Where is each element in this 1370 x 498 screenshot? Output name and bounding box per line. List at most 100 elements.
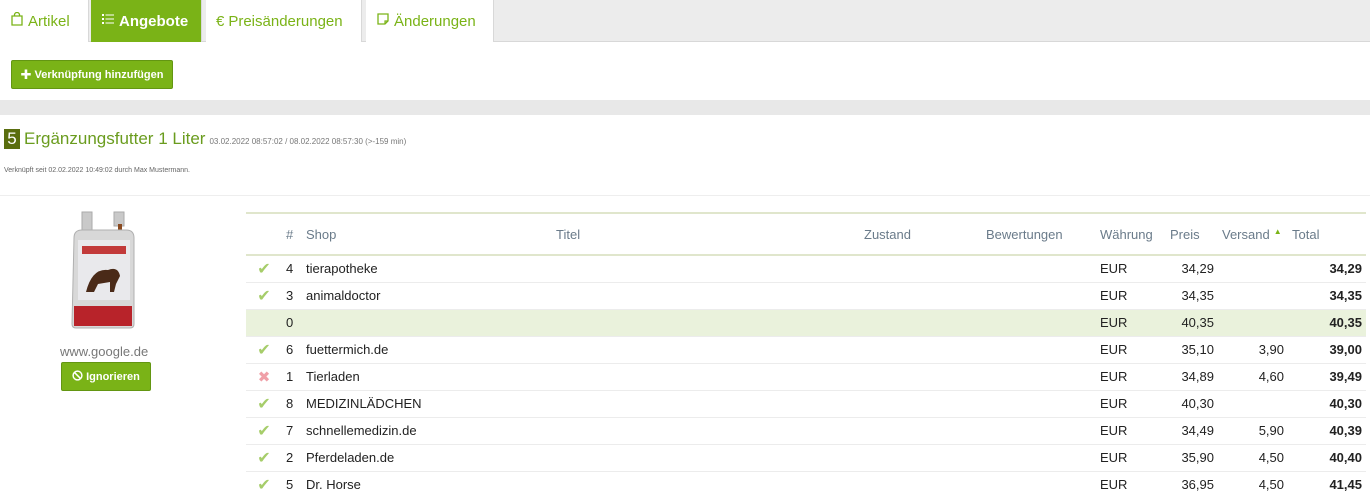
- plus-icon: ✚: [20, 66, 32, 82]
- shipping-header-label: Versand: [1222, 226, 1270, 242]
- cell-shipping: 5,90: [1218, 417, 1288, 445]
- cell-title: [552, 255, 860, 283]
- tab-label: Preisänderungen: [228, 12, 343, 30]
- cell-shop[interactable]: Tierladen: [302, 363, 552, 391]
- check-icon: ✔: [257, 260, 271, 278]
- cell-total: 39,49: [1288, 363, 1366, 391]
- cell-shop[interactable]: tierapotheke: [302, 255, 552, 283]
- cell-shipping: [1218, 282, 1288, 310]
- column-header-condition[interactable]: Zustand: [860, 213, 982, 255]
- table-row[interactable]: ✔ 4 tierapotheke EUR 34,29 34,29: [246, 255, 1366, 283]
- cell-title: [552, 417, 860, 445]
- table-row[interactable]: 0 EUR 40,35 40,35: [246, 309, 1366, 337]
- table-row[interactable]: ✖ 1 Tierladen EUR 34,89 4,60 39,49: [246, 363, 1366, 391]
- cell-num: 1: [282, 363, 302, 391]
- cell-total: 41,45: [1288, 471, 1366, 498]
- tab-angebote[interactable]: Angebote: [91, 0, 202, 42]
- cell-price: 34,29: [1166, 255, 1218, 283]
- status-column-header: [246, 213, 282, 255]
- column-header-shipping[interactable]: Versand ▲: [1218, 213, 1288, 255]
- cell-condition: [860, 363, 982, 391]
- cell-num: 7: [282, 417, 302, 445]
- cell-total: 34,29: [1288, 255, 1366, 283]
- cell-currency: EUR: [1096, 417, 1166, 445]
- cell-currency: EUR: [1096, 363, 1166, 391]
- cell-num: 2: [282, 444, 302, 472]
- cell-ratings: [982, 336, 1096, 364]
- column-header-currency[interactable]: Währung: [1096, 213, 1166, 255]
- cell-num: 6: [282, 336, 302, 364]
- table-row[interactable]: ✔ 7 schnellemedizin.de EUR 34,49 5,90 40,39: [246, 417, 1366, 445]
- cell-currency: EUR: [1096, 471, 1166, 498]
- divider: [0, 195, 1370, 196]
- cell-shop[interactable]: fuettermich.de: [302, 336, 552, 364]
- cell-num: 8: [282, 390, 302, 418]
- offer-count-badge: 5: [4, 129, 20, 149]
- row-status-cell: ✔: [246, 471, 282, 498]
- table-row[interactable]: ✔ 2 Pferdeladen.de EUR 35,90 4,50 40,40: [246, 444, 1366, 472]
- product-header: 5 Ergänzungsfutter 1 Liter 03.02.2022 08…: [4, 129, 406, 149]
- cell-shop[interactable]: animaldoctor: [302, 282, 552, 310]
- offers-table-body: ✔ 4 tierapotheke EUR 34,29 34,29 ✔ 3 animaldocto…: [246, 255, 1366, 498]
- cell-total: 40,40: [1288, 444, 1366, 472]
- cell-condition: [860, 282, 982, 310]
- cell-shop[interactable]: [302, 309, 552, 337]
- cell-ratings: [982, 444, 1096, 472]
- cell-shipping: 4,50: [1218, 444, 1288, 472]
- product-title: Ergänzungsfutter 1 Liter: [24, 129, 206, 148]
- cell-ratings: [982, 390, 1096, 418]
- cell-condition: [860, 309, 982, 337]
- cell-shipping: [1218, 255, 1288, 283]
- ban-icon: [72, 369, 83, 384]
- tab-artikel[interactable]: Artikel: [0, 0, 89, 42]
- cell-shop[interactable]: Pferdeladen.de: [302, 444, 552, 472]
- row-status-cell: ✔: [246, 444, 282, 472]
- column-header-ratings[interactable]: Bewertungen: [982, 213, 1096, 255]
- cell-condition: [860, 444, 982, 472]
- cell-shipping: [1218, 309, 1288, 337]
- tab-preisaenderungen[interactable]: € Preisänderungen: [206, 0, 362, 42]
- cell-ratings: [982, 255, 1096, 283]
- ignore-label: Ignorieren: [86, 370, 140, 383]
- check-icon: ✔: [257, 395, 271, 413]
- cell-shipping: 4,50: [1218, 471, 1288, 498]
- tab-aenderungen[interactable]: Änderungen: [366, 0, 494, 42]
- row-status-cell: ✔: [246, 417, 282, 445]
- table-row[interactable]: ✔ 6 fuettermich.de EUR 35,10 3,90 39,00: [246, 336, 1366, 364]
- column-header-shop[interactable]: Shop: [302, 213, 552, 255]
- column-header-title[interactable]: Titel: [552, 213, 860, 255]
- list-icon: [101, 12, 115, 30]
- column-header-num[interactable]: #: [282, 213, 302, 255]
- cell-total: 34,35: [1288, 282, 1366, 310]
- cell-price: 34,89: [1166, 363, 1218, 391]
- cell-title: [552, 309, 860, 337]
- cell-total: 39,00: [1288, 336, 1366, 364]
- tab-label: Änderungen: [394, 12, 476, 30]
- ignore-button[interactable]: Ignorieren: [61, 362, 151, 391]
- table-row[interactable]: ✔ 5 Dr. Horse EUR 36,95 4,50 41,45: [246, 471, 1366, 498]
- cell-price: 34,35: [1166, 282, 1218, 310]
- row-status-cell: ✖: [246, 363, 282, 391]
- cell-total: 40,39: [1288, 417, 1366, 445]
- cell-title: [552, 336, 860, 364]
- cell-currency: EUR: [1096, 282, 1166, 310]
- column-header-total[interactable]: Total: [1288, 213, 1366, 255]
- table-header-row: # Shop Titel Zustand Bewertungen Währung…: [246, 213, 1366, 255]
- product-image: [71, 211, 135, 329]
- row-status-cell: ✔: [246, 282, 282, 310]
- table-row[interactable]: ✔ 8 MEDIZINLÄDCHEN EUR 40,30 40,30: [246, 390, 1366, 418]
- cell-shop[interactable]: schnellemedizin.de: [302, 417, 552, 445]
- cell-condition: [860, 390, 982, 418]
- add-link-button[interactable]: ✚ Verknüpfung hinzufügen: [11, 60, 173, 89]
- cell-shop[interactable]: MEDIZINLÄDCHEN: [302, 390, 552, 418]
- table-row[interactable]: ✔ 3 animaldoctor EUR 34,35 34,35: [246, 282, 1366, 310]
- linked-info: Verknüpft seit 02.02.2022 10:49:02 durch…: [4, 167, 191, 174]
- cell-currency: EUR: [1096, 309, 1166, 337]
- cell-price: 35,90: [1166, 444, 1218, 472]
- sort-asc-icon: ▲: [1273, 226, 1282, 236]
- add-link-label: Verknüpfung hinzufügen: [34, 68, 164, 81]
- cell-shop[interactable]: Dr. Horse: [302, 471, 552, 498]
- cell-shipping: 4,60: [1218, 363, 1288, 391]
- cell-title: [552, 390, 860, 418]
- column-header-price[interactable]: Preis: [1166, 213, 1218, 255]
